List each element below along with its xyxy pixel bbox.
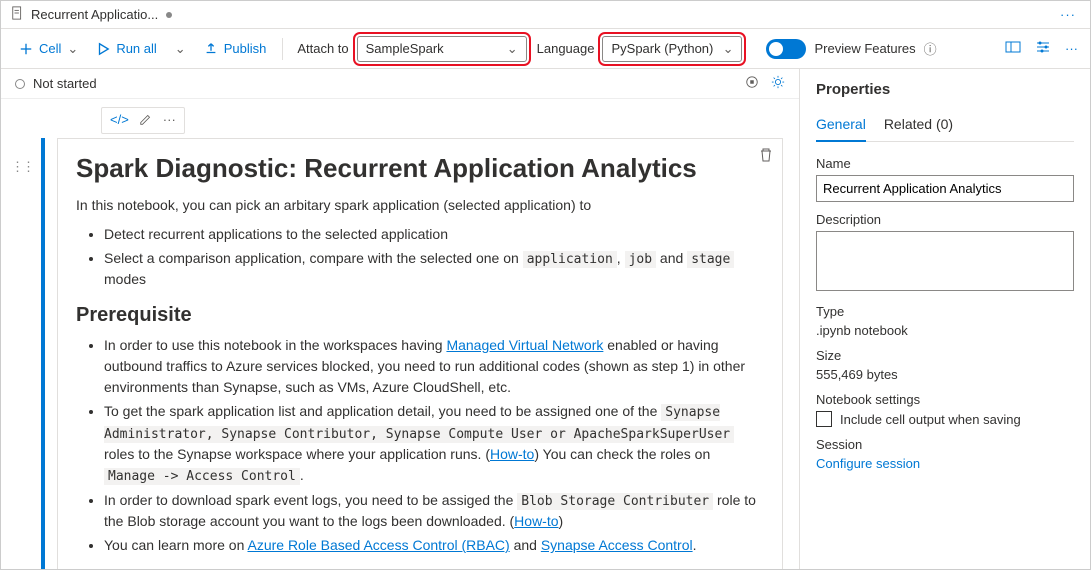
description-input[interactable] [816, 231, 1074, 291]
run-all-label: Run all [116, 41, 156, 56]
synapse-ac-link[interactable]: Synapse Access Control [541, 537, 693, 553]
session-settings-icon[interactable] [771, 75, 785, 92]
chevron-down-icon: ⌄ [723, 41, 734, 57]
settings-panel-icon[interactable] [1035, 39, 1051, 58]
size-label: Size [816, 348, 1074, 363]
preview-features-label: Preview Features [814, 41, 915, 56]
include-output-label: Include cell output when saving [840, 412, 1021, 427]
prereq-heading: Prerequisite [76, 304, 764, 327]
description-label: Description [816, 212, 1074, 227]
tab-title: Recurrent Applicatio... [31, 7, 158, 22]
prereq-4: You can learn more on Azure Role Based A… [104, 535, 764, 556]
properties-panel: Properties General Related (0) Name Desc… [800, 69, 1090, 569]
properties-heading: Properties [816, 81, 1074, 98]
cell-more-icon[interactable]: ··· [163, 112, 176, 129]
drag-handle-icon[interactable]: ⋮⋮ [11, 159, 33, 175]
tab-more-icon[interactable]: ··· [1056, 3, 1080, 26]
add-cell-button[interactable]: Cell ⌄ [13, 37, 84, 61]
cell-active-bar [41, 138, 45, 569]
doc-intro: In this notebook, you can pick an arbita… [76, 196, 764, 216]
code-view-icon[interactable]: </> [110, 112, 129, 129]
info-icon[interactable]: ⓘ [924, 39, 937, 58]
markdown-cell[interactable]: Spark Diagnostic: Recurrent Application … [57, 138, 783, 569]
attach-to-label: Attach to [293, 41, 350, 56]
language-label: Language [533, 41, 597, 56]
howto-link-1[interactable]: How-to [490, 446, 534, 462]
run-all-button[interactable]: Run all [90, 37, 162, 60]
name-label: Name [816, 156, 1074, 171]
prereq-2: To get the spark application list and ap… [104, 401, 764, 487]
cell-mini-toolbar: </> ··· [101, 107, 185, 134]
bullet-1: Detect recurrent applications to the sel… [104, 224, 764, 245]
size-value: 555,469 bytes [816, 367, 1074, 382]
language-select[interactable]: PySpark (Python) ⌄ [602, 36, 742, 62]
status-text: Not started [33, 76, 97, 91]
language-value: PySpark (Python) [611, 41, 713, 56]
attach-to-select[interactable]: SampleSpark ⌄ [357, 36, 527, 62]
publish-button[interactable]: Publish [198, 37, 273, 60]
chevron-down-icon: ⌄ [507, 41, 518, 57]
tab-general[interactable]: General [816, 110, 866, 142]
unsaved-indicator-icon [166, 12, 172, 18]
bullet-2: Select a comparison application, compare… [104, 248, 764, 291]
prereq-1: In order to use this notebook in the wor… [104, 335, 764, 398]
configure-session-link[interactable]: Configure session [816, 456, 920, 471]
status-dot-icon [15, 79, 25, 89]
edit-icon[interactable] [139, 112, 153, 129]
publish-label: Publish [224, 41, 267, 56]
prereq-3: In order to download spark event logs, y… [104, 490, 764, 533]
stop-session-icon[interactable] [745, 75, 759, 92]
rbac-link[interactable]: Azure Role Based Access Control (RBAC) [247, 537, 509, 553]
type-label: Type [816, 304, 1074, 319]
delete-cell-icon[interactable] [758, 147, 774, 166]
managed-vnet-link[interactable]: Managed Virtual Network [446, 337, 603, 353]
chevron-down-icon: ⌄ [67, 41, 78, 57]
attach-to-value: SampleSpark [366, 41, 444, 56]
type-value: .ipynb notebook [816, 323, 1074, 338]
preview-features-toggle[interactable] [766, 39, 806, 59]
howto-link-2[interactable]: How-to [514, 513, 558, 529]
tab-related[interactable]: Related (0) [884, 110, 953, 141]
more-icon[interactable]: ··· [1065, 41, 1078, 56]
name-input[interactable] [816, 175, 1074, 202]
notebook-settings-label: Notebook settings [816, 392, 1074, 407]
doc-heading: Spark Diagnostic: Recurrent Application … [76, 153, 764, 184]
session-label: Session [816, 437, 1074, 452]
variables-icon[interactable] [1005, 39, 1021, 58]
notebook-file-icon [11, 6, 25, 23]
add-cell-label: Cell [39, 41, 61, 56]
include-output-checkbox[interactable] [816, 411, 832, 427]
run-all-dropdown[interactable]: ⌄ [169, 37, 192, 61]
